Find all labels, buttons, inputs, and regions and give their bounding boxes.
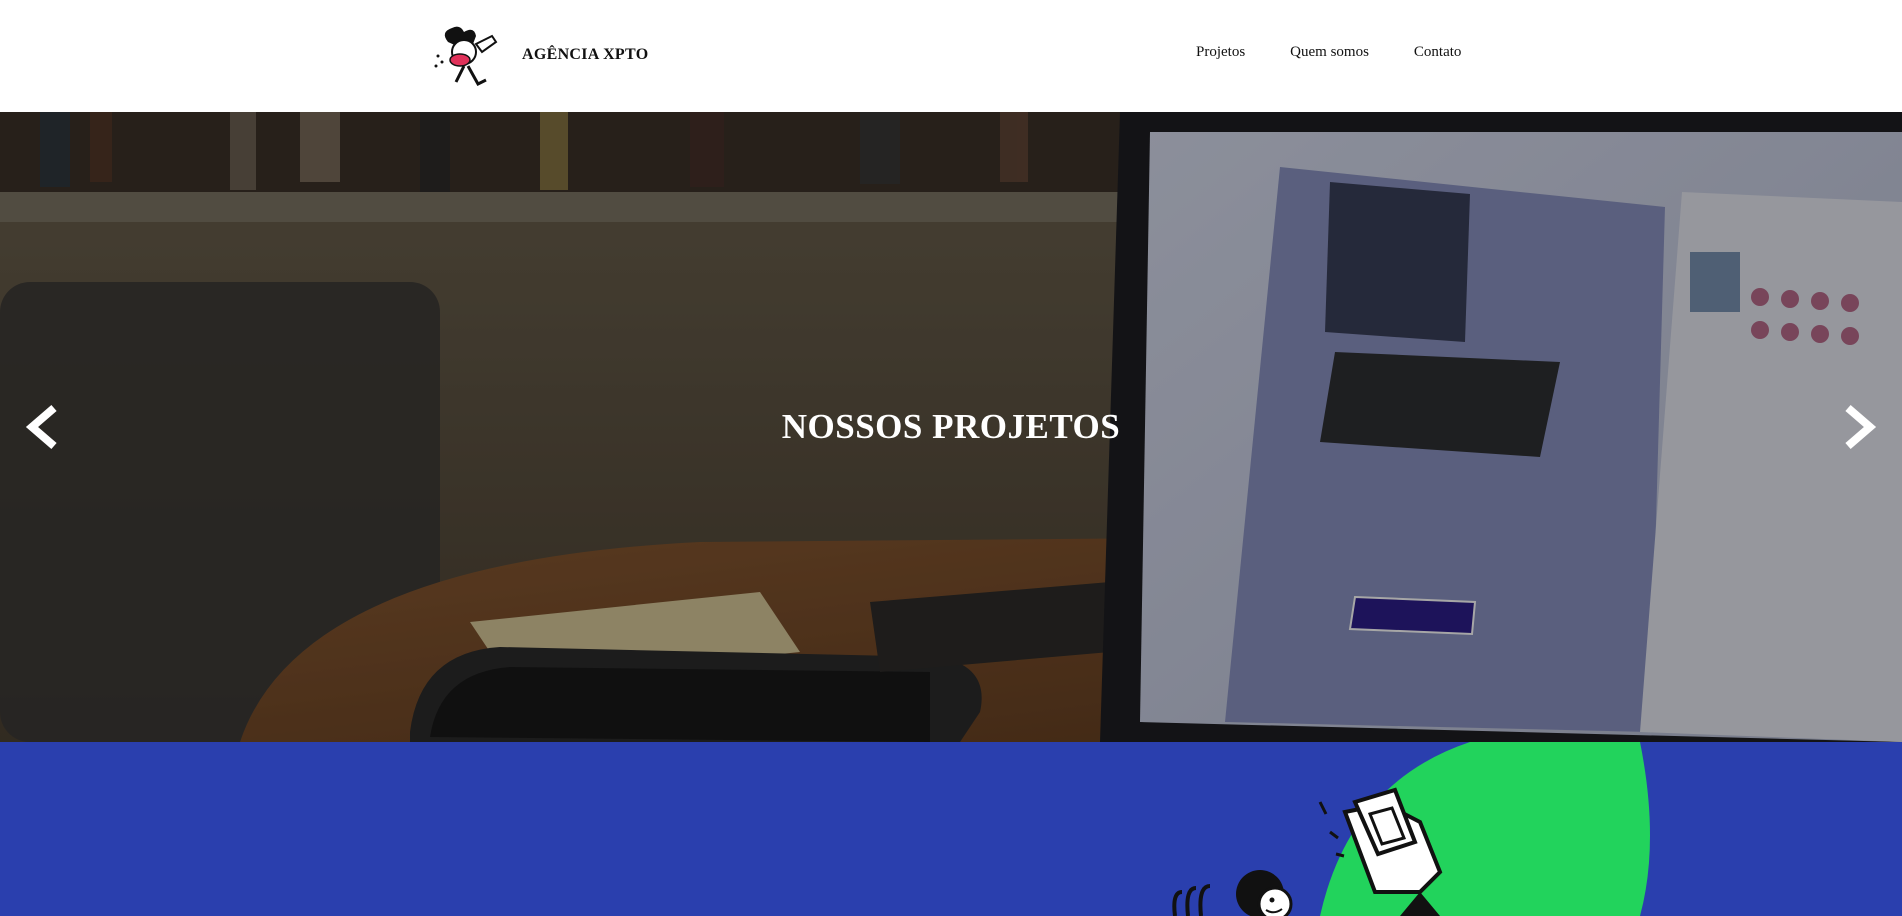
carousel-next-button[interactable] xyxy=(1842,402,1882,452)
cartoon-character-logo-icon xyxy=(434,26,498,86)
hero-title: NOSSOS PROJETOS xyxy=(781,407,1121,446)
hero-carousel: NOSSOS PROJETOS xyxy=(0,112,1902,742)
site-header: AGÊNCIA XPTO Projetos Quem somos Contato xyxy=(0,0,1902,112)
person-with-phone-illustration-icon xyxy=(1172,742,1650,916)
brand-logo[interactable]: AGÊNCIA XPTO xyxy=(430,22,648,88)
nav-link-projetos[interactable]: Projetos xyxy=(1196,44,1245,61)
main-nav: Projetos Quem somos Contato xyxy=(1196,44,1506,61)
chevron-right-icon xyxy=(1845,404,1877,450)
brand-name: AGÊNCIA XPTO xyxy=(522,46,649,63)
nav-link-quem-somos[interactable]: Quem somos xyxy=(1290,44,1369,61)
nav-link-contato[interactable]: Contato xyxy=(1414,44,1462,61)
about-section xyxy=(0,742,1902,916)
